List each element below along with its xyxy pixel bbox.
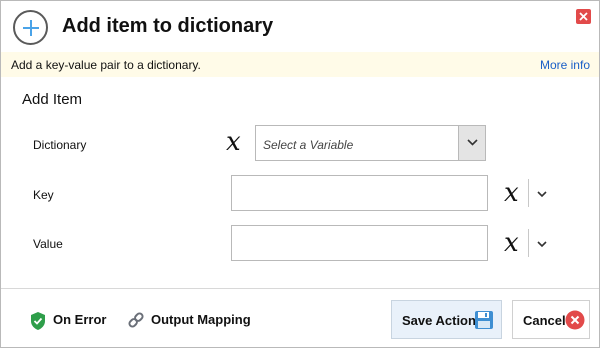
dictionary-select[interactable]: Select a Variable: [255, 125, 486, 161]
key-input[interactable]: [231, 175, 488, 211]
dictionary-label: Dictionary: [33, 138, 87, 152]
save-action-button[interactable]: Save Action: [391, 300, 502, 339]
close-button[interactable]: [576, 9, 591, 24]
description-text: Add a key-value pair to a dictionary.: [11, 58, 201, 72]
cancel-icon: [565, 310, 585, 330]
more-info-link[interactable]: More info: [540, 58, 590, 72]
cancel-button[interactable]: Cancel: [512, 300, 590, 339]
dialog-header: Add item to dictionary: [1, 1, 599, 52]
description-bar: Add a key-value pair to a dictionary. Mo…: [1, 52, 599, 77]
footer-divider: [1, 288, 599, 289]
divider: [528, 229, 529, 257]
key-label: Key: [33, 188, 54, 202]
dictionary-dropdown-button[interactable]: [458, 126, 485, 160]
close-icon: [579, 12, 588, 21]
chevron-down-icon: [467, 139, 478, 146]
key-chevron-down-icon[interactable]: [536, 190, 548, 198]
cancel-label: Cancel: [523, 313, 566, 328]
divider: [528, 179, 529, 207]
dialog-title: Add item to dictionary: [62, 15, 274, 37]
dialog: Add item to dictionary Add a key-value p…: [0, 0, 600, 348]
section-title: Add Item: [22, 91, 83, 108]
plus-circle-icon: [13, 10, 48, 45]
variable-icon[interactable]: x: [226, 129, 241, 155]
on-error-button[interactable]: On Error: [53, 312, 106, 327]
save-action-label: Save Action: [402, 313, 476, 328]
value-chevron-down-icon[interactable]: [536, 240, 548, 248]
value-variable-icon[interactable]: x: [504, 230, 519, 256]
value-label: Value: [33, 237, 63, 251]
link-icon[interactable]: [126, 310, 146, 330]
value-input[interactable]: [231, 225, 488, 261]
shield-check-icon[interactable]: [29, 311, 47, 331]
key-variable-icon[interactable]: x: [504, 180, 519, 206]
dictionary-select-placeholder: Select a Variable: [263, 138, 354, 152]
output-mapping-button[interactable]: Output Mapping: [151, 312, 251, 327]
floppy-disk-icon: [475, 311, 493, 329]
